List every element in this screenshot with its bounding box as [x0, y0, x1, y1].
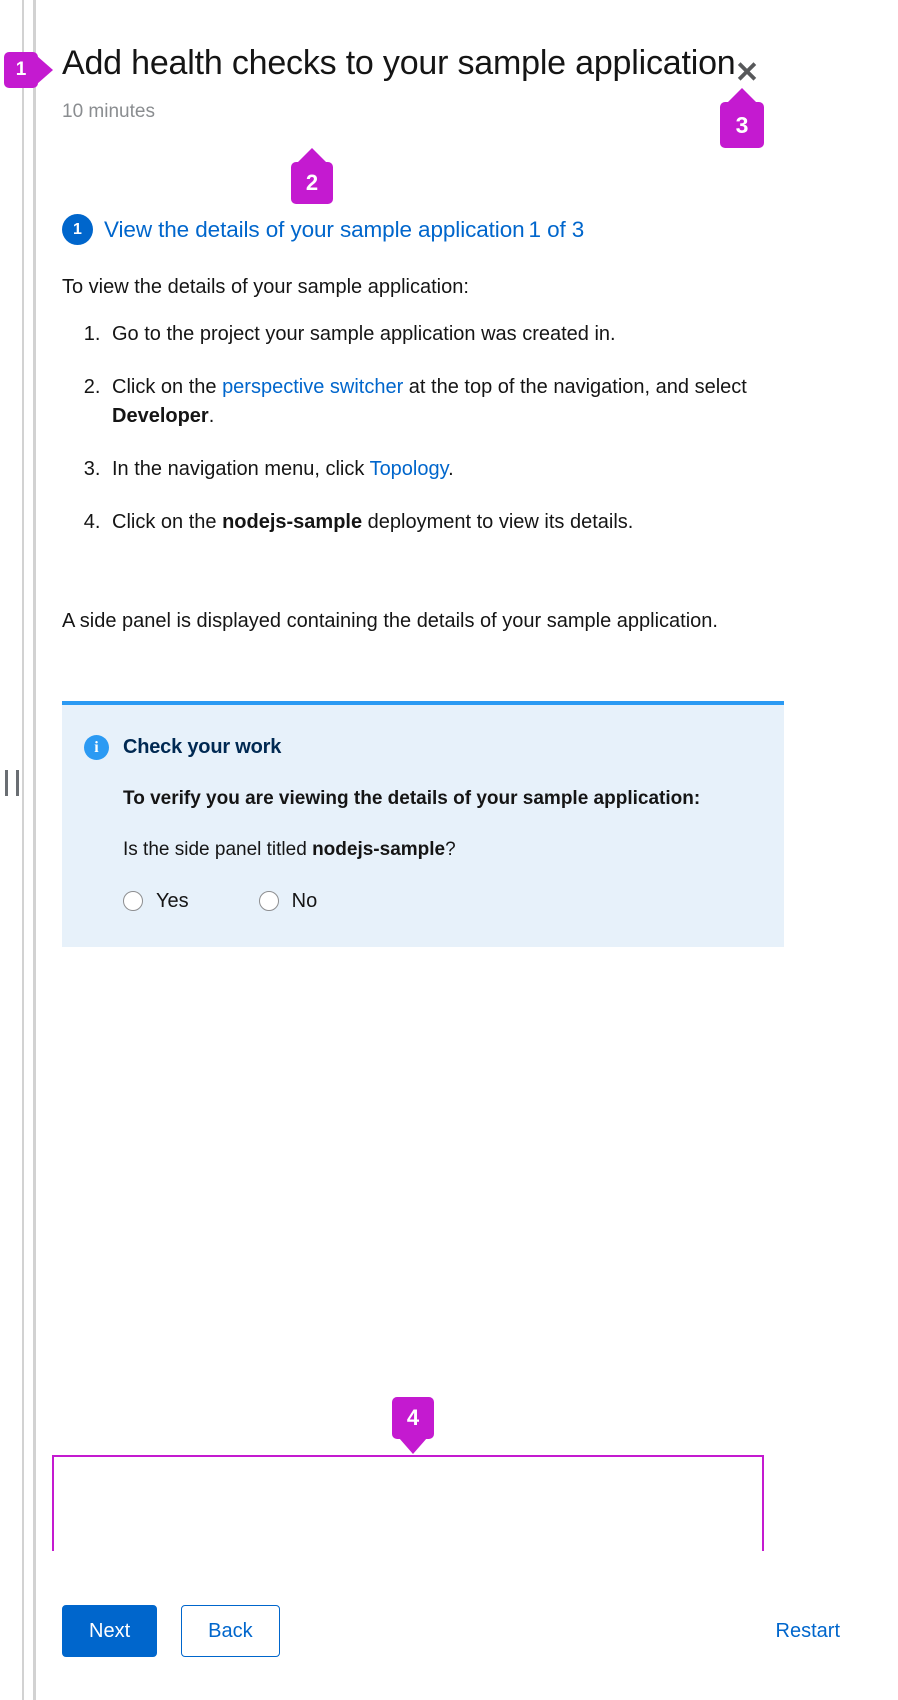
inline-text: . [448, 458, 454, 480]
radio-circle-icon[interactable] [258, 891, 279, 912]
inline-text: . [208, 405, 215, 427]
radio-option-no[interactable]: No [258, 889, 318, 913]
inline-text: Click on the [112, 511, 223, 533]
step-intro: To view the details of your sample appli… [62, 276, 469, 298]
footer-actions: Next Back Restart [62, 1605, 852, 1657]
instruction-item: Go to the project your sample applicatio… [106, 320, 836, 349]
duration-text: 10 minutes [62, 100, 155, 122]
inline-emphasis: Developer [112, 405, 209, 427]
verify-question-prefix: Is the side panel titled [123, 839, 313, 861]
verify-question: Is the side panel titled nodejs-sample? [123, 837, 756, 864]
step-outro: A side panel is displayed containing the… [62, 610, 718, 632]
info-circle-icon: i [84, 735, 109, 760]
back-button[interactable]: Back [181, 1605, 280, 1657]
inline-emphasis: nodejs-sample [222, 511, 363, 533]
annotation-marker-4: 4 [392, 1397, 434, 1439]
instruction-item: In the navigation menu, click Topology. [106, 455, 836, 484]
step-header: 1 View the details of your sample applic… [62, 214, 782, 245]
check-your-work-title: Check your work [123, 736, 282, 758]
instruction-item: Click on the perspective switcher at the… [106, 373, 836, 431]
close-icon: ✕ [734, 56, 760, 89]
verify-question-suffix: ? [445, 839, 456, 861]
annotation-marker-2: 2 [291, 162, 333, 204]
page-title-text: Add health checks to your sample applica… [62, 44, 736, 82]
inline-text: Click on the [112, 376, 223, 398]
instruction-list: Go to the project your sample applicatio… [76, 320, 836, 537]
radio-label: Yes [156, 889, 189, 912]
check-your-work-body: To verify you are viewing the details of… [84, 786, 756, 913]
drawer-resize-bar[interactable] [33, 0, 36, 1700]
instruction-item: Click on the nodejs-sample deployment to… [106, 508, 836, 537]
restart-link[interactable]: Restart [776, 1620, 852, 1643]
step-counter: 1 of 3 [528, 216, 585, 242]
verify-question-bold: nodejs-sample [312, 839, 446, 861]
radio-circle-icon[interactable] [123, 891, 143, 912]
next-button[interactable]: Next [62, 1605, 158, 1657]
quick-start-drawer: Add health checks to your sample applica… [0, 0, 898, 1700]
radio-option-yes[interactable]: Yes [123, 890, 189, 913]
check-your-work-panel: i Check your work To verify you are view… [62, 701, 784, 947]
inline-link[interactable]: Topology [370, 458, 449, 480]
drawer-left-rail [0, 0, 24, 1700]
inline-text: Go to the project your sample applicatio… [112, 323, 616, 345]
step-title: View the details of your sample applicat… [104, 217, 584, 243]
radio-label: No [291, 889, 318, 912]
inline-text: at the top of the navigation, and select [403, 376, 747, 398]
verify-instruction: To verify you are viewing the details of… [123, 788, 701, 809]
verify-radio-group: Yes No [123, 890, 756, 913]
step-number-badge: 1 [62, 214, 93, 245]
check-your-work-header: i Check your work [84, 735, 756, 760]
quick-start-content: Add health checks to your sample applica… [62, 0, 852, 1700]
inline-text: In the navigation menu, click [112, 458, 370, 480]
drag-handle-icon[interactable] [5, 770, 19, 796]
annotation-marker-3: 3 [720, 102, 764, 148]
inline-text: deployment to view its details. [362, 511, 634, 533]
step-title-text: View the details of your sample applicat… [104, 216, 525, 242]
inline-link[interactable]: perspective switcher [222, 376, 403, 398]
page-title: Add health checks to your sample applica… [62, 42, 762, 128]
annotation-marker-1: 1 [4, 52, 38, 88]
